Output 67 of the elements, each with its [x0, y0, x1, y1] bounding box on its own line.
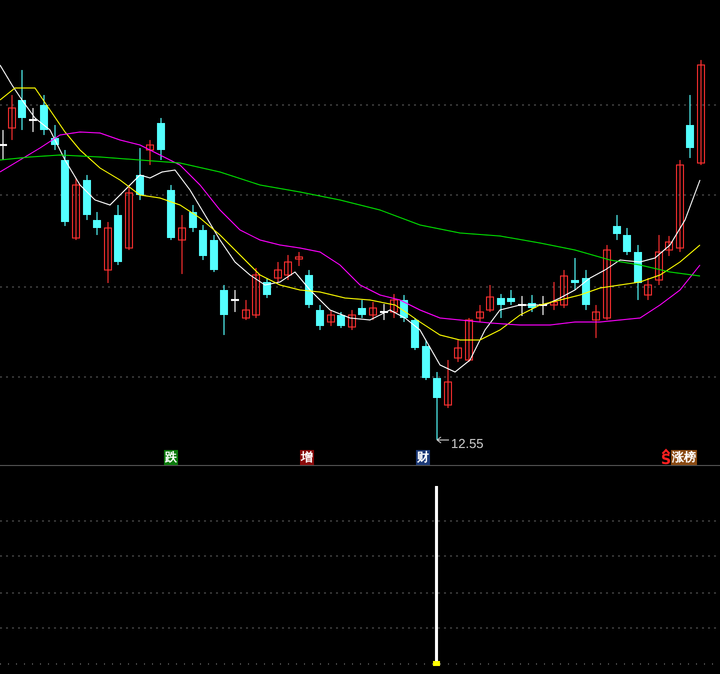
candlestick: [337, 312, 345, 328]
candlestick: [507, 290, 515, 306]
candlestick: [390, 294, 398, 318]
candlestick: [444, 360, 452, 408]
candlestick: [655, 234, 663, 286]
candlestick: [380, 304, 388, 320]
candlestick: [613, 214, 621, 240]
candlestick: [178, 214, 186, 274]
candlestick: [486, 284, 494, 312]
candlestick: [189, 204, 197, 232]
candlestick: [686, 94, 694, 158]
candlestick: [40, 94, 48, 136]
candlestick: [104, 222, 112, 284]
candlestick: [263, 278, 271, 298]
candlestick: [83, 174, 91, 220]
signal-marker: 财: [416, 450, 430, 465]
candlestick: [634, 244, 642, 300]
candlestick: [550, 282, 558, 310]
candlestick: [518, 296, 526, 316]
candlestick: [454, 340, 462, 362]
candlestick: [93, 212, 101, 236]
candlestick: [157, 118, 165, 160]
candlestick: [252, 268, 260, 318]
candlestick: [327, 310, 335, 326]
candlestick: [476, 304, 484, 322]
candlestick: [231, 290, 239, 312]
candlestick: [210, 234, 218, 272]
candlestick: [136, 148, 144, 200]
candlestick: [29, 108, 37, 132]
candlestick: [114, 204, 122, 266]
candlestick: [125, 184, 133, 250]
candlestick: [369, 302, 377, 320]
candlestick: [422, 340, 430, 380]
signal-marker: 增: [300, 450, 314, 465]
arrow-icon: [436, 436, 450, 444]
candlestick: [560, 270, 568, 308]
candlestick: [592, 304, 600, 338]
candlestick: [295, 252, 303, 266]
candlestick: [199, 224, 207, 260]
candlestick: [348, 310, 356, 330]
candlestick: [146, 140, 154, 166]
candlestick: [274, 262, 282, 282]
candlestick: [644, 278, 652, 300]
candlestick: [400, 294, 408, 322]
signal-marker: 涨榜: [671, 450, 697, 465]
candlestick: [465, 318, 473, 362]
candlestick: [582, 270, 590, 310]
candlestick: [571, 258, 579, 290]
candlestick: [167, 184, 175, 240]
candlestick: [220, 284, 228, 336]
candlestick: [528, 294, 536, 312]
candlestick: [623, 228, 631, 256]
candlestick: [18, 70, 26, 130]
candlestick: [665, 236, 673, 256]
candlestick: [51, 124, 59, 150]
candlestick: [284, 254, 292, 280]
candlestick: [497, 294, 505, 318]
candlestick: [411, 318, 419, 350]
candlestick: [433, 372, 441, 440]
candlestick: [358, 300, 366, 318]
candlestick: [539, 296, 547, 316]
signal-marker: 跌: [164, 450, 178, 465]
candlestick: [72, 178, 80, 240]
candlestick: [305, 270, 313, 308]
candlestick: [242, 300, 250, 320]
low-price-label: 12.55: [451, 436, 484, 451]
candlestick: [316, 304, 324, 330]
